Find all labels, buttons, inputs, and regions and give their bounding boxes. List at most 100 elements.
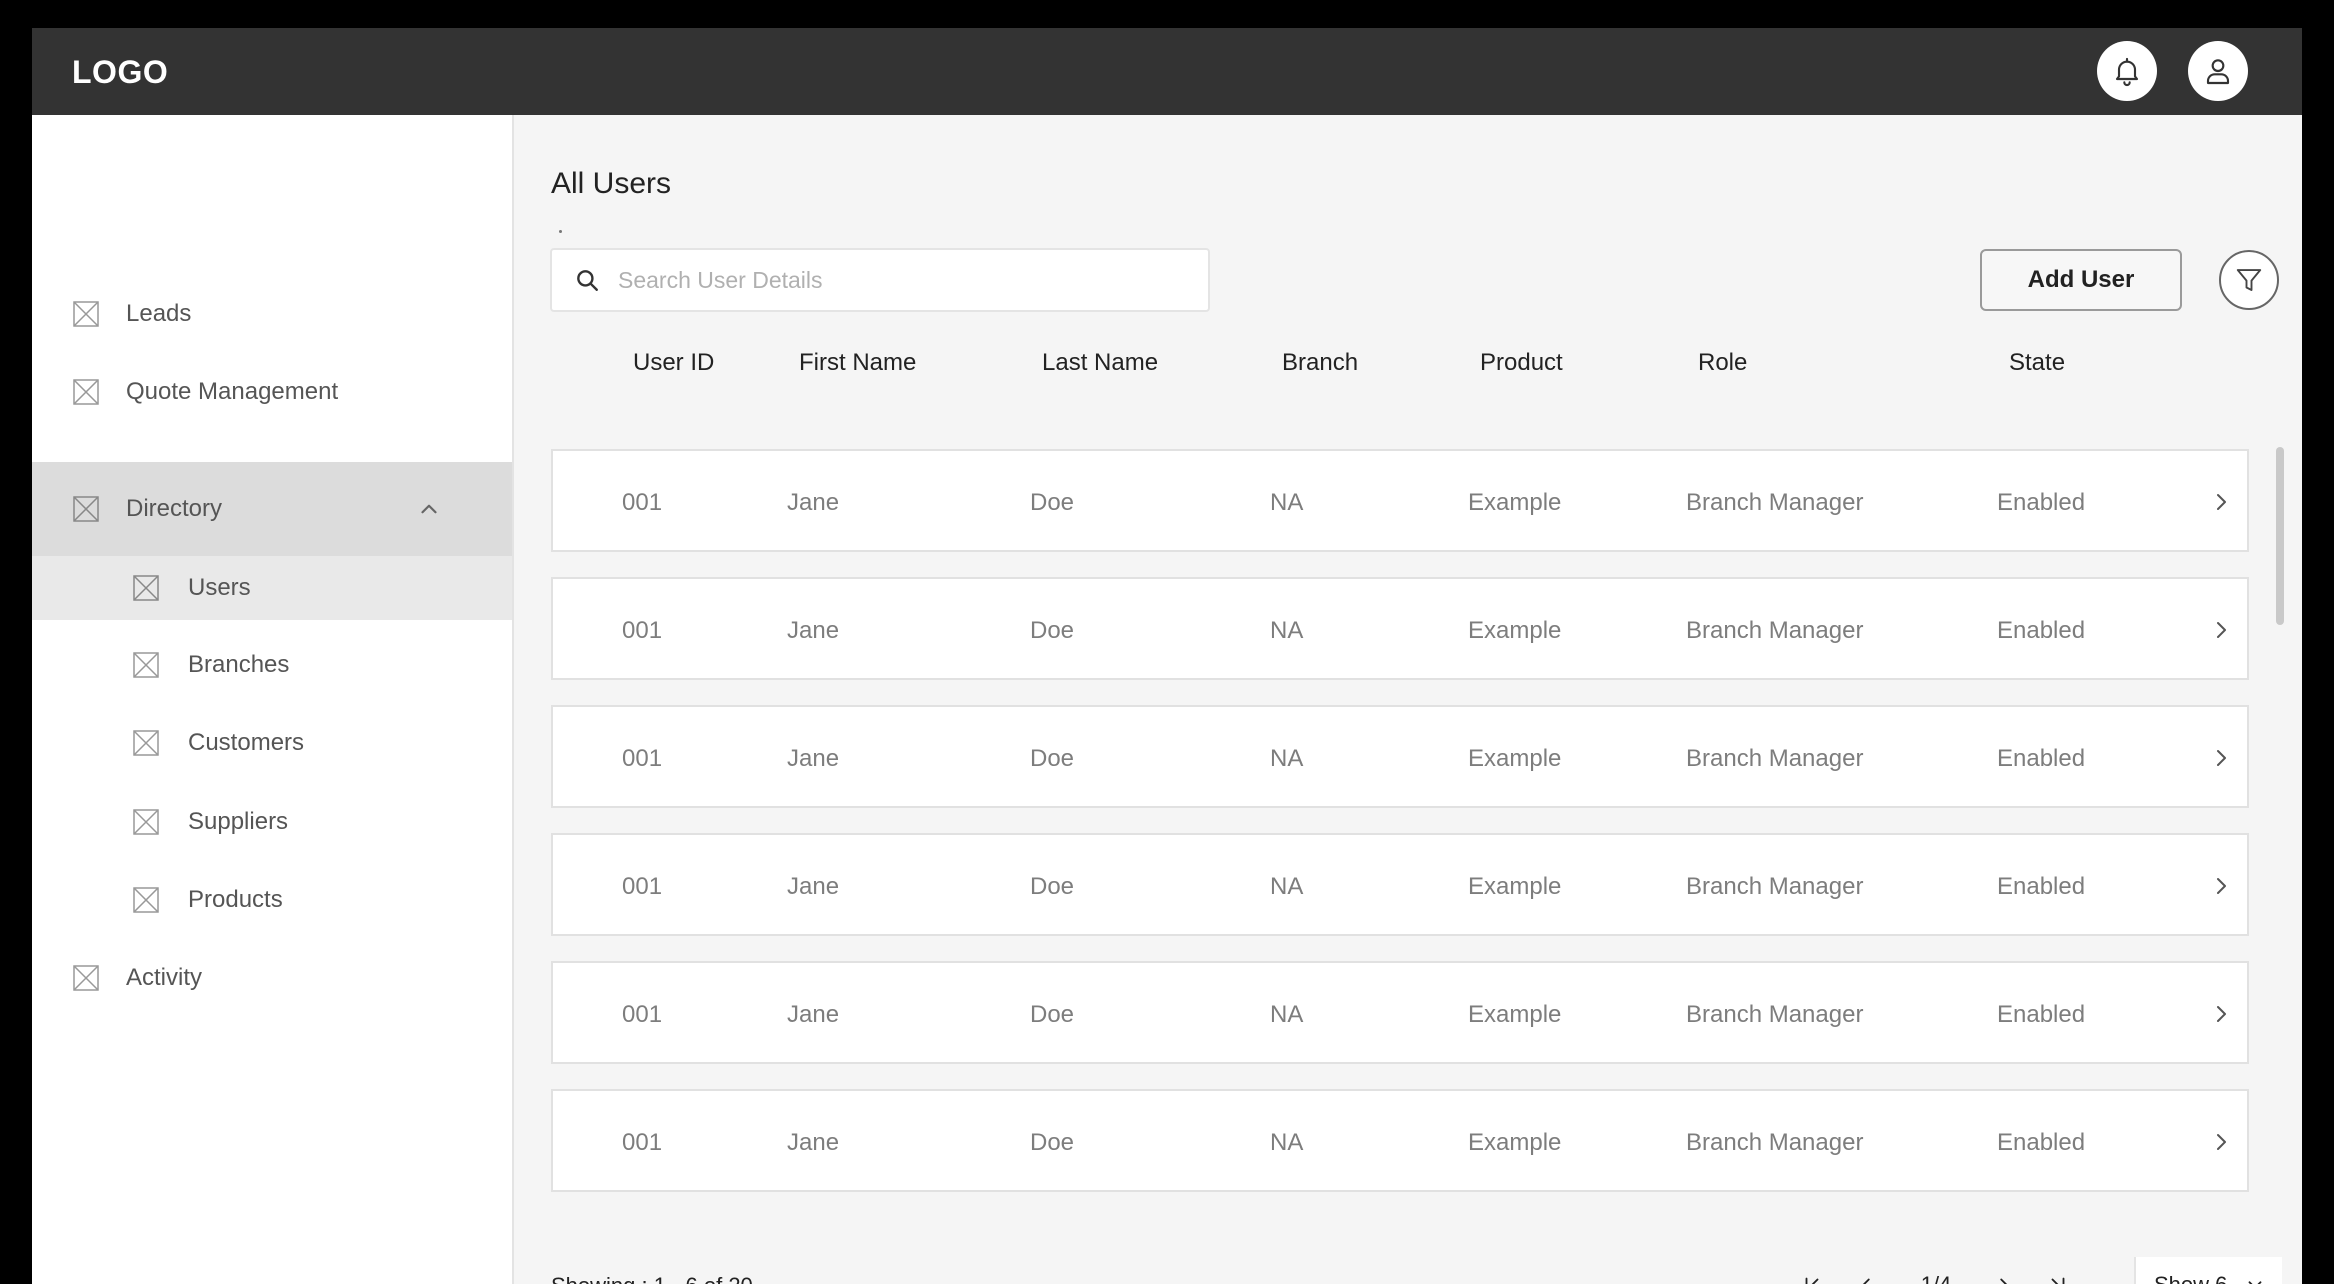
- sidebar-item-label: Products: [188, 886, 283, 913]
- last-page-icon: [2051, 1277, 2065, 1284]
- cell-first-name: Jane: [787, 873, 840, 900]
- page-size-value: Show 6: [2154, 1272, 2227, 1284]
- placeholder-icon: [73, 496, 99, 522]
- sidebar-item-label: Leads: [126, 300, 192, 327]
- sidebar-item-leads[interactable]: Leads: [32, 294, 512, 334]
- table-row[interactable]: 001 Jane Doe NA Example Branch Manager E…: [551, 577, 2249, 680]
- chevron-right-icon[interactable]: [2209, 617, 2233, 643]
- first-page-icon: [1805, 1277, 1819, 1284]
- sidebar: Leads Quote Management Directory Users B…: [32, 115, 514, 1284]
- cell-last-name: Doe: [1030, 745, 1075, 772]
- cell-last-name: Doe: [1030, 873, 1075, 900]
- search-input[interactable]: [618, 266, 1178, 294]
- cell-product: Example: [1468, 1001, 1562, 1028]
- cell-last-name: Doe: [1030, 489, 1075, 516]
- results-count: Showing : 1 - 6 of 20: [551, 1273, 753, 1284]
- cell-last-name: Doe: [1030, 1001, 1075, 1028]
- cell-state: Enabled: [1997, 1129, 2086, 1156]
- cell-user-id: 001: [622, 489, 663, 516]
- cell-product: Example: [1468, 489, 1562, 516]
- sidebar-item-label: Users: [188, 574, 251, 601]
- placeholder-icon: [133, 730, 159, 756]
- cell-branch: NA: [1270, 489, 1304, 516]
- chevron-right-icon: [2000, 1278, 2008, 1284]
- sidebar-item-quote-management[interactable]: Quote Management: [32, 372, 512, 412]
- column-header-user-id[interactable]: User ID: [633, 349, 714, 377]
- cell-user-id: 001: [622, 1129, 663, 1156]
- cell-role: Branch Manager: [1686, 1001, 1864, 1028]
- table-row[interactable]: 001 Jane Doe NA Example Branch Manager E…: [551, 833, 2249, 936]
- cell-role: Branch Manager: [1686, 745, 1864, 772]
- placeholder-icon: [133, 809, 159, 835]
- chevron-down-icon: [2248, 1281, 2262, 1284]
- placeholder-icon: [133, 887, 159, 913]
- cell-role: Branch Manager: [1686, 617, 1864, 644]
- cell-role: Branch Manager: [1686, 873, 1864, 900]
- cell-role: Branch Manager: [1686, 1129, 1864, 1156]
- column-header-branch[interactable]: Branch: [1282, 349, 1358, 377]
- next-page-button[interactable]: [1988, 1267, 2020, 1284]
- table-row[interactable]: 001 Jane Doe NA Example Branch Manager E…: [551, 1089, 2249, 1192]
- divider-dot: [559, 230, 562, 233]
- table-row[interactable]: 001 Jane Doe NA Example Branch Manager E…: [551, 705, 2249, 808]
- logo: LOGO: [72, 54, 169, 90]
- column-header-last-name[interactable]: Last Name: [1042, 349, 1158, 377]
- column-header-state[interactable]: State: [2009, 349, 2065, 377]
- cell-user-id: 001: [622, 873, 663, 900]
- column-header-role[interactable]: Role: [1698, 349, 1747, 377]
- sidebar-item-suppliers[interactable]: Suppliers: [32, 802, 512, 842]
- sidebar-item-customers[interactable]: Customers: [32, 723, 512, 763]
- chevron-right-icon[interactable]: [2209, 489, 2233, 515]
- cell-last-name: Doe: [1030, 617, 1075, 644]
- placeholder-icon: [73, 965, 99, 991]
- table-row[interactable]: 001 Jane Doe NA Example Branch Manager E…: [551, 449, 2249, 552]
- filter-button[interactable]: [2219, 250, 2279, 310]
- table-row[interactable]: 001 Jane Doe NA Example Branch Manager E…: [551, 961, 2249, 1064]
- sidebar-item-label: Branches: [188, 651, 290, 678]
- search-box: [550, 248, 1210, 312]
- placeholder-icon: [133, 575, 159, 601]
- table-header: User ID First Name Last Name Branch Prod…: [551, 349, 2249, 389]
- previous-page-button[interactable]: [1850, 1267, 1882, 1284]
- last-page-button[interactable]: [2042, 1267, 2074, 1284]
- bell-icon: [2115, 57, 2139, 86]
- app-window: LOGO Leads Quote Management Directory Us…: [32, 28, 2302, 1284]
- cell-product: Example: [1468, 745, 1562, 772]
- cell-first-name: Jane: [787, 617, 840, 644]
- cell-branch: NA: [1270, 1001, 1304, 1028]
- page-indicator: 1/4: [1906, 1267, 1966, 1284]
- cell-state: Enabled: [1997, 617, 2086, 644]
- chevron-right-icon[interactable]: [2209, 873, 2233, 899]
- top-bar: LOGO: [32, 28, 2302, 115]
- add-user-button[interactable]: Add User: [1980, 249, 2182, 311]
- placeholder-icon: [133, 652, 159, 678]
- main-content: All Users Add User User ID First Name La…: [514, 115, 2302, 1284]
- page-size-select[interactable]: Show 6: [2134, 1257, 2282, 1284]
- sidebar-item-activity[interactable]: Activity: [32, 958, 512, 998]
- cell-user-id: 001: [622, 617, 663, 644]
- page-title: All Users: [551, 167, 672, 200]
- sidebar-item-products[interactable]: Products: [32, 880, 512, 920]
- chevron-right-icon[interactable]: [2209, 745, 2233, 771]
- notifications-button[interactable]: [2097, 41, 2157, 101]
- cell-product: Example: [1468, 873, 1562, 900]
- column-header-product[interactable]: Product: [1480, 349, 1563, 377]
- chevron-right-icon[interactable]: [2209, 1001, 2233, 1027]
- sidebar-item-label: Quote Management: [126, 378, 339, 405]
- sidebar-item-users[interactable]: Users: [32, 556, 512, 620]
- cell-first-name: Jane: [787, 1001, 840, 1028]
- sidebar-item-directory[interactable]: Directory: [32, 462, 512, 556]
- cell-product: Example: [1468, 617, 1562, 644]
- cell-user-id: 001: [622, 1001, 663, 1028]
- sidebar-item-branches[interactable]: Branches: [32, 645, 512, 685]
- cell-state: Enabled: [1997, 489, 2086, 516]
- profile-button[interactable]: [2188, 41, 2248, 101]
- scrollbar-thumb[interactable]: [2276, 447, 2284, 625]
- first-page-button[interactable]: [1796, 1267, 1828, 1284]
- cell-role: Branch Manager: [1686, 489, 1864, 516]
- scrollbar[interactable]: [2276, 447, 2284, 1284]
- column-header-first-name[interactable]: First Name: [799, 349, 916, 377]
- chevron-right-icon[interactable]: [2209, 1129, 2233, 1155]
- search-icon: [577, 270, 598, 291]
- sidebar-item-label: Suppliers: [188, 808, 289, 835]
